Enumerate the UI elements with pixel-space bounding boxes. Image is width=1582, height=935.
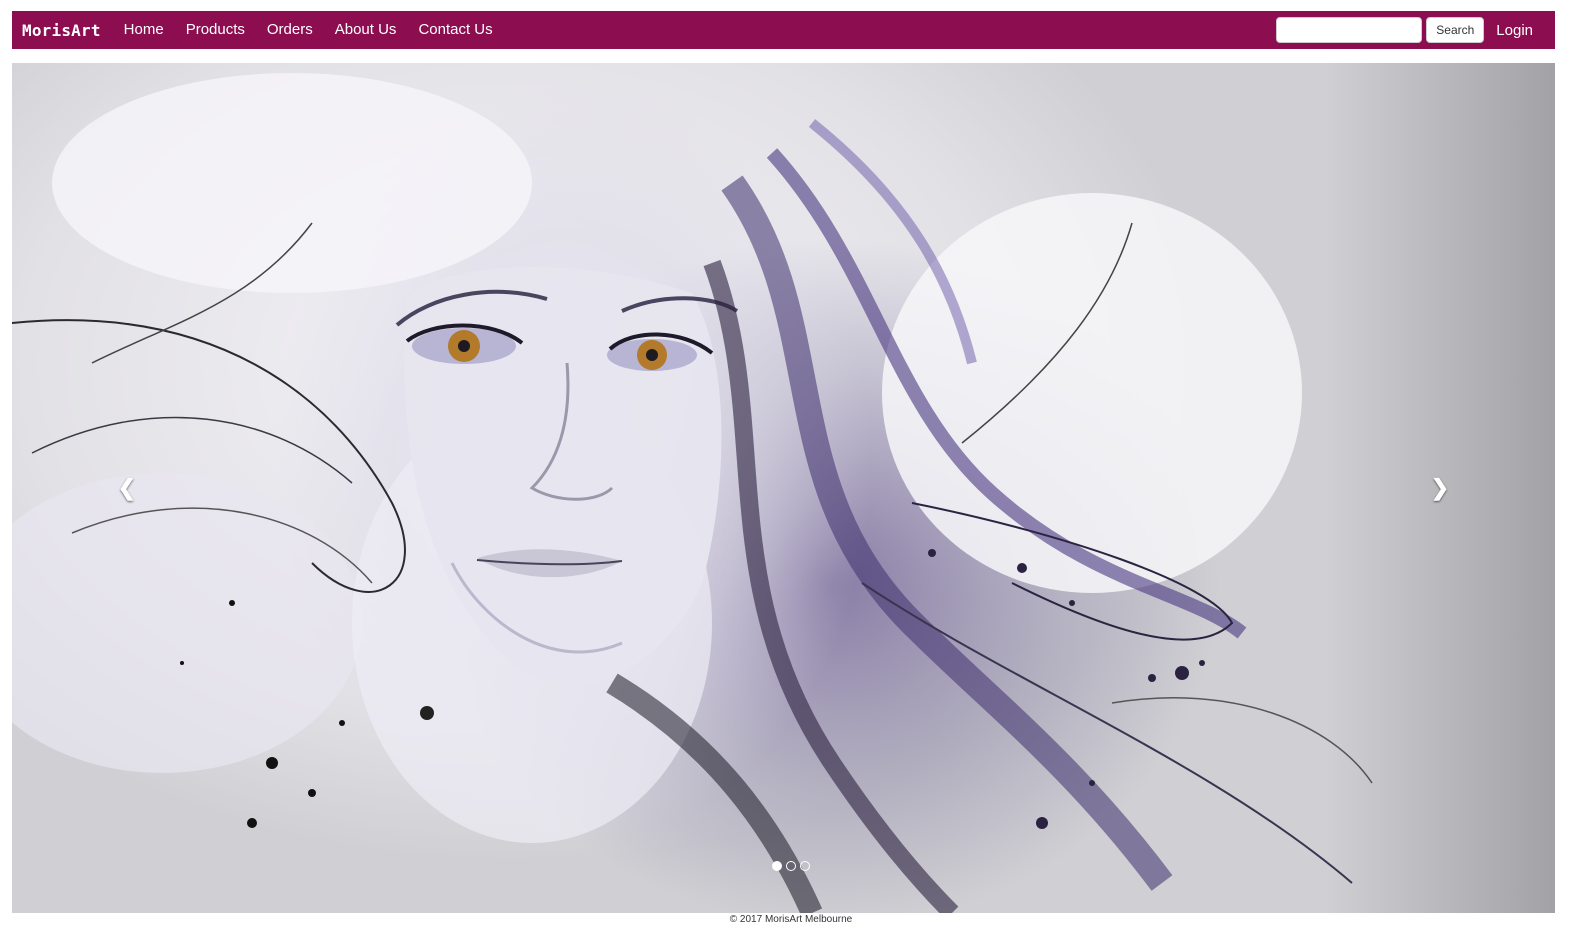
search-button[interactable]: Search (1426, 17, 1485, 43)
login-link[interactable]: Login (1496, 22, 1533, 39)
nav-about-us-link[interactable]: About Us (324, 11, 408, 49)
carousel-prev-button[interactable]: ❮ (12, 63, 242, 913)
hero-carousel: ❮ ❯ (12, 63, 1555, 913)
nav-products-link[interactable]: Products (175, 11, 256, 49)
nav-links: Home Products Orders About Us Contact Us (113, 11, 504, 49)
brand-logo[interactable]: MorisArt (22, 21, 101, 40)
search-input[interactable] (1276, 17, 1423, 43)
carousel-next-button[interactable]: ❯ (1325, 63, 1555, 913)
carousel-indicator-2[interactable] (786, 861, 796, 871)
carousel-indicators (772, 861, 810, 871)
slide-artwork (12, 73, 1373, 913)
carousel-indicator-3[interactable] (800, 861, 810, 871)
page-footer: © 2017 MorisArt Melbourne (0, 913, 1582, 927)
nav-home-link[interactable]: Home (113, 11, 175, 49)
nav-contact-us-link[interactable]: Contact Us (407, 11, 503, 49)
chevron-left-icon: ❮ (117, 475, 137, 500)
carousel-indicator-1[interactable] (772, 861, 782, 871)
nav-orders-link[interactable]: Orders (256, 11, 324, 49)
footer-copyright: © 2017 MorisArt Melbourne (729, 914, 853, 925)
nav-right-group: Search Login (1276, 11, 1555, 49)
chevron-right-icon: ❯ (1430, 475, 1450, 500)
top-navbar: MorisArt Home Products Orders About Us C… (12, 11, 1555, 49)
